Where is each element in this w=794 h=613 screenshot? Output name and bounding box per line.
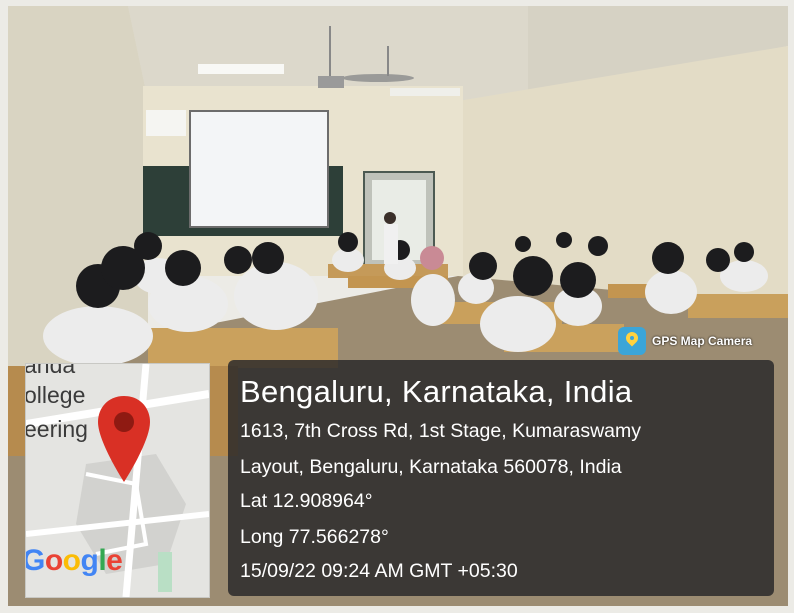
classroom-photo: GPS Map Camera anda ollege eering Google… (0, 0, 794, 613)
address-line-2: Layout, Bengaluru, Karnataka 560078, Ind… (240, 456, 622, 478)
location-info-panel: Bengaluru, Karnataka, India 1613, 7th Cr… (228, 360, 774, 596)
badge-label: GPS Map Camera (652, 334, 753, 348)
latitude-text: Lat 12.908964° (240, 490, 373, 512)
address-line-1: 1613, 7th Cross Rd, 1st Stage, Kumaraswa… (240, 420, 642, 442)
google-logo: Google (26, 544, 123, 577)
map-label-mid: ollege (25, 382, 86, 408)
mini-map: anda ollege eering Google (25, 363, 210, 598)
timestamp-text: 15/09/22 09:24 AM GMT +05:30 (240, 560, 518, 582)
place-title: Bengaluru, Karnataka, India (240, 374, 633, 409)
longitude-text: Long 77.566278° (240, 526, 389, 548)
map-pin-icon (98, 396, 150, 482)
gps-map-camera-icon (618, 327, 646, 355)
gps-map-camera-badge: GPS Map Camera (618, 326, 752, 356)
map-label-low: eering (25, 416, 88, 442)
map-label-top: anda (25, 363, 76, 378)
